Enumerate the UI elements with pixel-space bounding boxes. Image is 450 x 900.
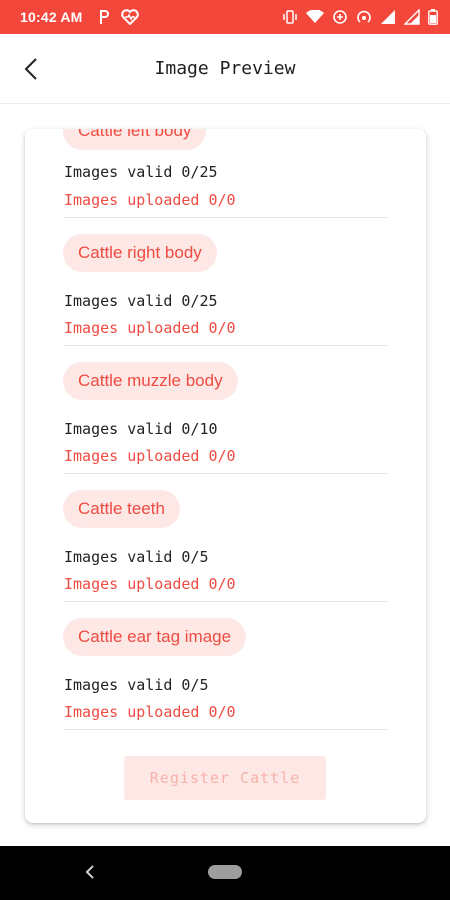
vibrate-icon	[282, 9, 298, 25]
nav-home-pill[interactable]	[208, 865, 242, 879]
status-bar: 10:42 AM	[0, 0, 450, 34]
images-uploaded-text: Images uploaded 0/0	[64, 575, 236, 593]
images-uploaded-text: Images uploaded 0/0	[64, 447, 236, 465]
status-time: 10:42 AM	[20, 9, 83, 25]
images-uploaded-text: Images uploaded 0/0	[64, 191, 236, 209]
section-chip-ear-tag: Cattle ear tag image	[63, 618, 247, 656]
divider	[63, 345, 388, 346]
section-left-body: Cattle left body Images valid 0/25 Image…	[63, 129, 388, 218]
section-right-body: Cattle right body Images valid 0/25 Imag…	[63, 234, 388, 346]
images-valid-text: Images valid 0/25	[64, 292, 218, 310]
images-valid-text: Images valid 0/25	[64, 163, 218, 181]
battery-icon	[428, 9, 438, 25]
section-chip-left-body: Cattle left body	[63, 129, 207, 150]
section-chip-teeth: Cattle teeth	[63, 490, 180, 528]
divider	[63, 217, 388, 218]
data-saver-icon	[332, 9, 348, 25]
wifi-icon	[306, 9, 324, 25]
images-valid-text: Images valid 0/5	[64, 676, 209, 694]
divider	[63, 729, 388, 730]
status-left-icons	[97, 9, 139, 25]
status-right-icons	[282, 9, 438, 25]
register-cattle-button[interactable]: Register Cattle	[124, 756, 326, 800]
section-chip-right-body: Cattle right body	[63, 234, 217, 272]
signal-icon	[380, 9, 396, 25]
section-ear-tag: Cattle ear tag image Images valid 0/5 Im…	[63, 618, 388, 730]
nav-back-icon[interactable]	[80, 862, 100, 882]
images-uploaded-text: Images uploaded 0/0	[64, 319, 236, 337]
content-area[interactable]: Cattle left body Images valid 0/25 Image…	[0, 104, 450, 846]
navigation-bar	[0, 846, 450, 900]
parking-icon	[97, 9, 111, 25]
section-chip-muzzle-body: Cattle muzzle body	[63, 362, 238, 400]
hotspot-icon	[356, 9, 372, 25]
divider	[63, 601, 388, 602]
divider	[63, 473, 388, 474]
section-teeth: Cattle teeth Images valid 0/5 Images upl…	[63, 490, 388, 602]
page-title: Image Preview	[154, 58, 296, 79]
images-valid-text: Images valid 0/5	[64, 548, 209, 566]
image-preview-card: Cattle left body Images valid 0/25 Image…	[25, 129, 426, 823]
signal-icon	[404, 9, 420, 25]
images-valid-text: Images valid 0/10	[64, 420, 218, 438]
heart-pulse-icon	[120, 9, 139, 25]
images-uploaded-text: Images uploaded 0/0	[64, 703, 236, 721]
section-muzzle-body: Cattle muzzle body Images valid 0/10 Ima…	[63, 362, 388, 474]
app-bar: Image Preview	[0, 34, 450, 104]
